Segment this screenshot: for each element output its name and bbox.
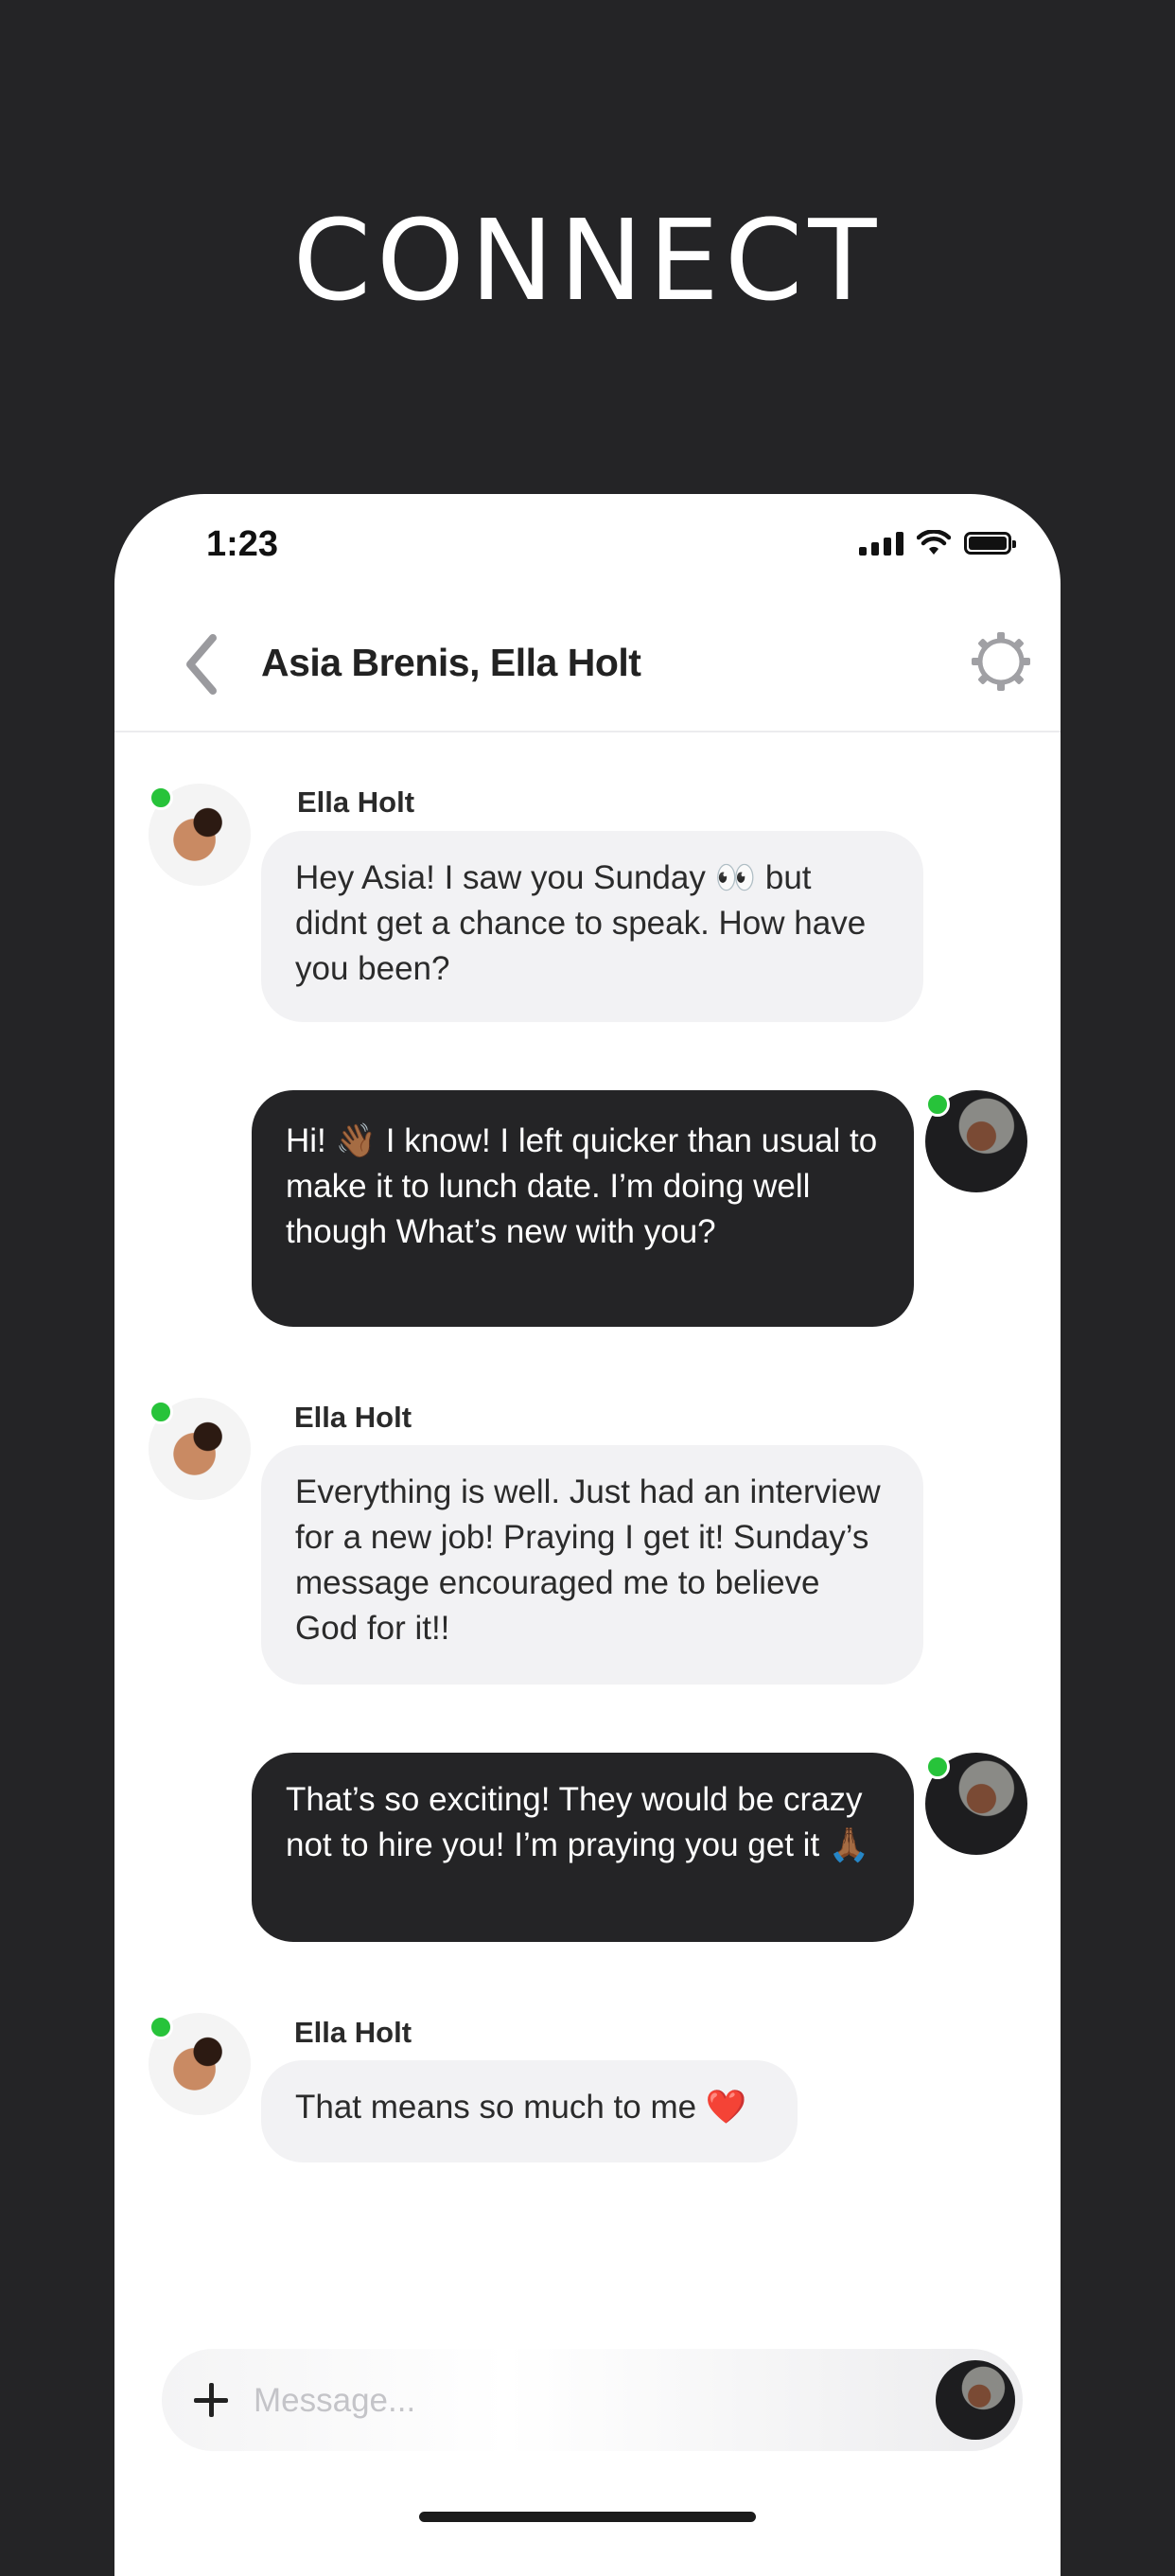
message-bubble-incoming[interactable]: Hey Asia! I saw you Sunday 👀 but didnt g… [261, 831, 923, 1022]
asia-brenis-avatar[interactable] [925, 1090, 1027, 1192]
ella-holt-avatar[interactable] [149, 1398, 251, 1500]
sender-name: Ella Holt [294, 1401, 412, 1434]
online-status-dot [149, 1400, 173, 1424]
back-chevron-icon[interactable] [173, 626, 230, 702]
cellular-signal-icon [859, 531, 903, 556]
asia-brenis-avatar[interactable] [925, 1753, 1027, 1855]
sender-name: Ella Holt [297, 785, 415, 819]
message-bubble-incoming[interactable]: That means so much to me ❤️ [261, 2060, 798, 2162]
online-status-dot [925, 1755, 950, 1779]
phone-screen: 1:23 Asia Brenis, Ella Holt Ella Holt He… [114, 494, 1061, 2576]
ella-holt-avatar[interactable] [149, 2013, 251, 2115]
online-status-dot [149, 2015, 173, 2039]
message-input[interactable] [252, 2372, 899, 2430]
message-bubble-incoming[interactable]: Everything is well. Just had an intervie… [261, 1445, 923, 1685]
plus-icon[interactable] [192, 2381, 230, 2419]
wifi-icon [917, 530, 951, 555]
home-indicator[interactable] [419, 2512, 756, 2522]
battery-icon [964, 532, 1016, 555]
conversation-title: Asia Brenis, Ella Holt [261, 641, 641, 684]
user-avatar[interactable] [936, 2360, 1015, 2440]
message-bubble-outgoing[interactable]: Hi! 👋🏾 I know! I left quicker than usual… [252, 1090, 914, 1327]
message-composer [162, 2349, 1023, 2451]
online-status-dot [925, 1092, 950, 1117]
status-icons [859, 530, 1016, 556]
online-status-dot [149, 785, 173, 810]
gear-icon[interactable] [968, 628, 1034, 695]
ella-holt-avatar[interactable] [149, 784, 251, 886]
message-bubble-outgoing[interactable]: That’s so exciting! They would be crazy … [252, 1753, 914, 1942]
status-time: 1:23 [206, 524, 279, 564]
conversation-header: Asia Brenis, Ella Holt [114, 598, 1061, 732]
sender-name: Ella Holt [294, 2016, 412, 2049]
hero-title: CONNECT [292, 195, 883, 326]
